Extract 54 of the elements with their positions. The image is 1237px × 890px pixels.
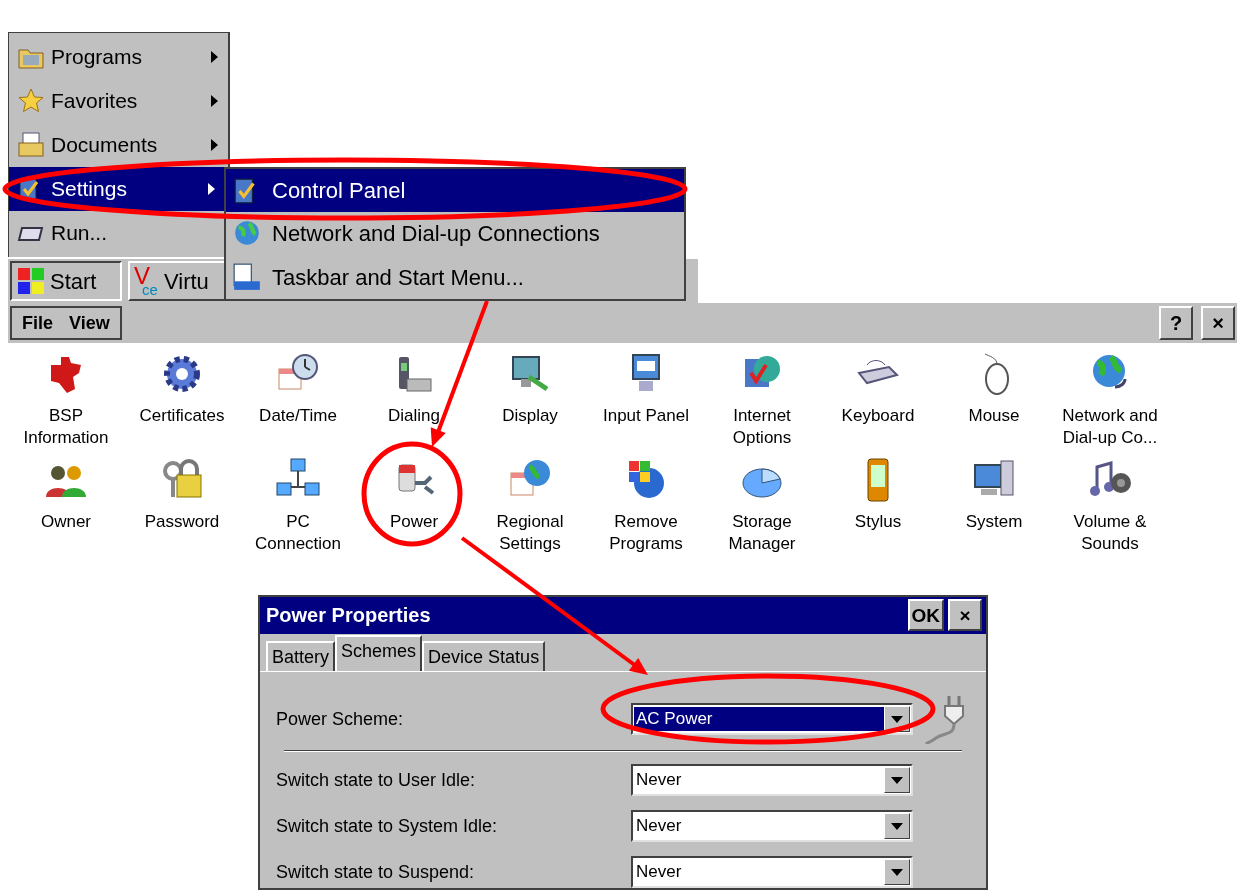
app-logo: Vce xyxy=(134,264,159,298)
ok-button[interactable]: OK xyxy=(907,599,944,632)
dropdown[interactable]: AC Power xyxy=(631,703,913,736)
field-label: Power Scheme: xyxy=(276,707,405,731)
menu-item[interactable]: Control Panel xyxy=(226,169,684,213)
dropdown-value: Never xyxy=(635,769,683,791)
dropdown[interactable]: Never xyxy=(631,764,913,796)
windows-flag-icon xyxy=(16,266,46,296)
icon-label[interactable]: Power xyxy=(389,511,439,533)
menu-item[interactable]: Network and Dial-up Connections xyxy=(226,212,684,256)
taskbar-icon xyxy=(232,262,262,293)
dropdown[interactable]: Never xyxy=(631,810,913,842)
icon-label[interactable]: Mouse xyxy=(968,405,1020,427)
icon-label[interactable]: Regional Settings xyxy=(496,511,564,555)
dropdown-value: AC Power xyxy=(634,707,884,732)
tab[interactable]: Device Status xyxy=(422,641,546,672)
help-button[interactable]: ? xyxy=(1159,306,1193,340)
icon-label[interactable]: Internet Options xyxy=(732,405,792,449)
close-button[interactable]: × xyxy=(1201,306,1235,340)
icon-label[interactable]: Storage Manager xyxy=(728,511,796,555)
icon-label[interactable]: BSP Information xyxy=(23,405,109,449)
tab[interactable]: Schemes xyxy=(335,635,423,672)
icon-label[interactable]: Remove Programs xyxy=(609,511,683,555)
field-label: Switch state to Suspend: xyxy=(276,860,476,884)
icon-label[interactable]: Date/Time xyxy=(259,405,337,427)
dropdown-value: Never xyxy=(635,861,683,883)
icon-label[interactable]: Dialing xyxy=(388,405,440,427)
window-title: Power Properties xyxy=(266,603,431,629)
dropdown[interactable]: Never xyxy=(631,856,913,888)
icon-label[interactable]: System xyxy=(965,511,1023,533)
field-label: Switch state to User Idle: xyxy=(276,768,477,792)
menu-title[interactable]: File xyxy=(22,309,53,337)
field-label: Switch state to System Idle: xyxy=(276,814,499,838)
close-button[interactable]: × xyxy=(948,599,982,632)
icon-label[interactable]: Network and Dial-up Co... xyxy=(1062,405,1158,449)
icon-label[interactable]: Owner xyxy=(40,511,92,533)
icon-label[interactable]: Display xyxy=(502,405,558,427)
icon-label[interactable]: Password xyxy=(144,511,220,533)
menu-item[interactable]: Documents xyxy=(9,123,228,167)
icon-label[interactable]: Keyboard xyxy=(841,405,915,427)
icon-label[interactable]: Stylus xyxy=(854,511,902,533)
start-button[interactable]: Start xyxy=(10,261,122,301)
star-icon xyxy=(17,87,45,115)
icon-label[interactable]: Volume & Sounds xyxy=(1073,511,1147,555)
menu-item[interactable]: Favorites xyxy=(9,79,228,123)
icon-label[interactable]: PC Connection xyxy=(255,511,341,555)
menu-item[interactable]: Run... xyxy=(9,211,228,255)
dropdown-value: Never xyxy=(635,815,683,837)
icon-label[interactable]: Certificates xyxy=(139,405,225,427)
menu-item[interactable]: Programs xyxy=(9,35,228,79)
tab[interactable]: Battery xyxy=(266,641,336,672)
menu-title[interactable]: View xyxy=(69,309,110,337)
document-icon xyxy=(17,131,45,159)
icon-label[interactable]: Input Panel xyxy=(603,405,689,427)
